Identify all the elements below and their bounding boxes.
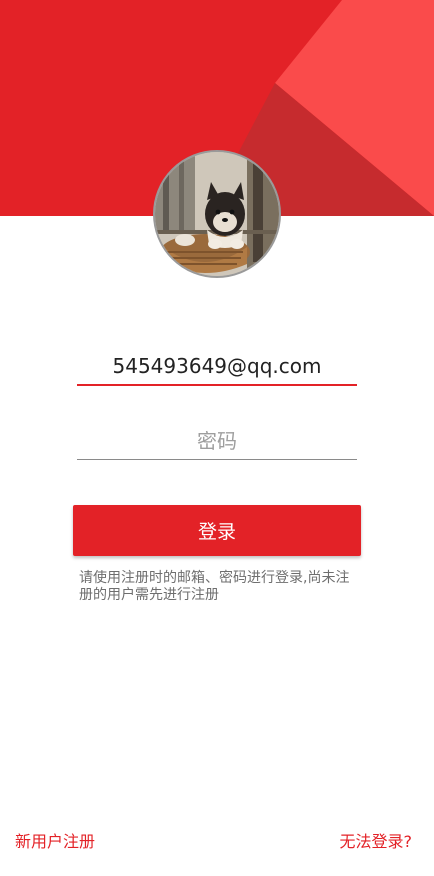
profile-photo-dog-icon [155, 152, 279, 276]
cannot-login-link[interactable]: 无法登录? [340, 828, 413, 852]
login-button[interactable]: 登录 [73, 505, 361, 556]
password-input[interactable] [77, 429, 357, 453]
password-field[interactable] [77, 424, 357, 460]
email-field[interactable] [77, 350, 357, 386]
register-link[interactable]: 新用户注册 [15, 828, 95, 852]
email-input[interactable] [77, 354, 357, 378]
login-hint-text: 请使用注册时的邮箱、密码进行登录,尚未注册的用户需先进行注册 [79, 570, 350, 603]
avatar[interactable] [153, 150, 281, 278]
